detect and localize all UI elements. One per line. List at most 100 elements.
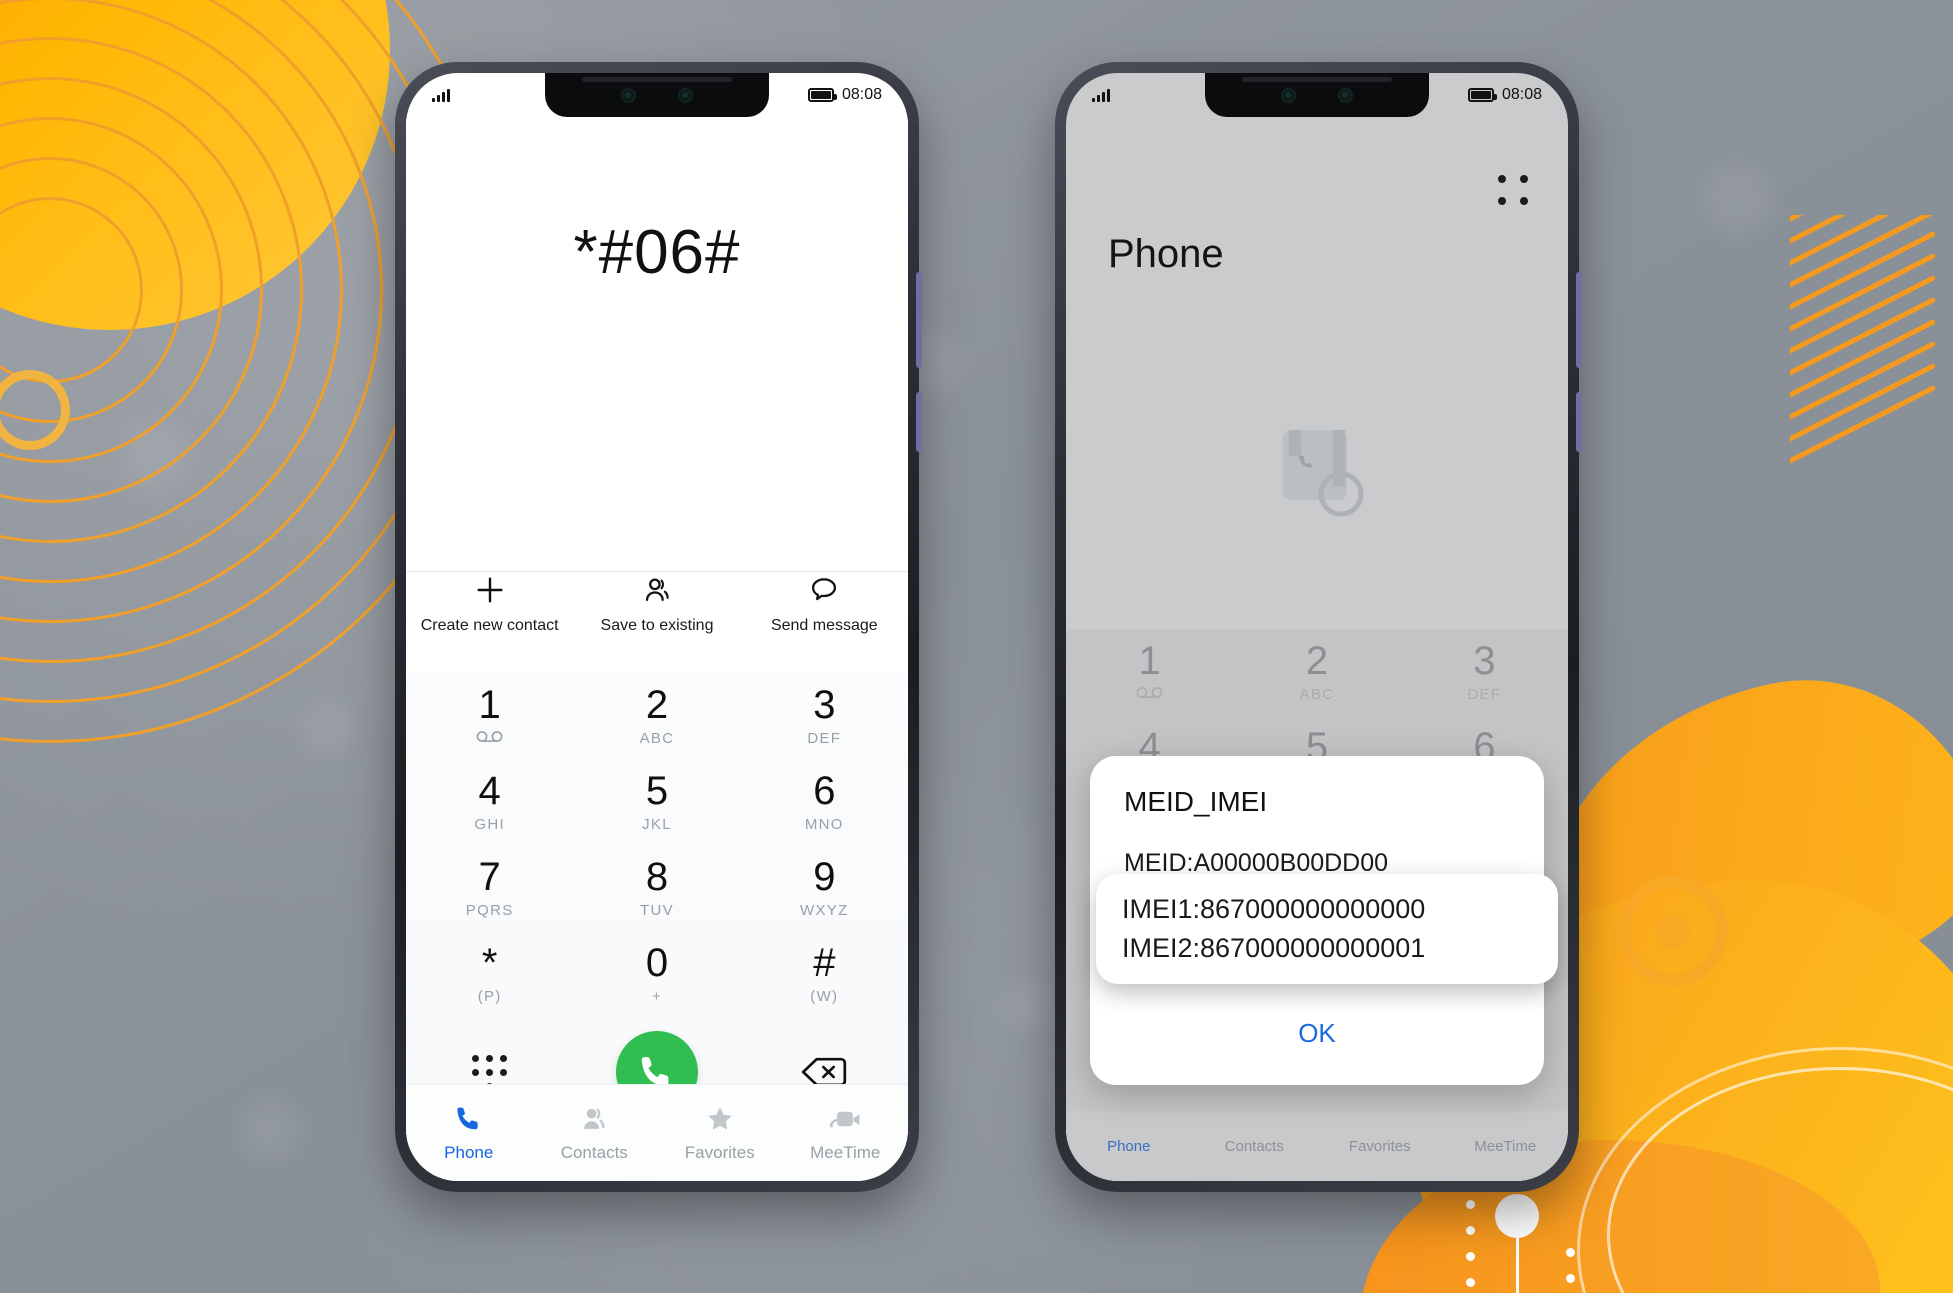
- nav-label-contacts: Contacts: [560, 1143, 628, 1162]
- key-hash[interactable]: # (W): [741, 931, 908, 1017]
- meid-imei-dialog: MEID_IMEI MEID:A00000B00DD00 IMEI1:86700…: [1090, 756, 1558, 1085]
- save-to-existing-label: Save to existing: [600, 617, 714, 634]
- dialpad-row: * (P) 0 + # (W): [406, 931, 908, 1017]
- phone-icon: [457, 1107, 478, 1130]
- key-0[interactable]: 0 +: [573, 931, 740, 1017]
- bottom-navbar-left: Phone Contacts Favorites MeeTime: [406, 1084, 908, 1181]
- white-dot-column: [1466, 1200, 1475, 1293]
- save-to-existing-button[interactable]: Save to existing: [573, 573, 740, 661]
- key-6[interactable]: 6 MNO: [741, 759, 908, 845]
- key-star-letters: (P): [477, 988, 502, 1005]
- nav-item-phone[interactable]: Phone: [406, 1085, 532, 1181]
- key-2-digit: 2: [645, 683, 669, 727]
- key-3[interactable]: 3 DEF: [741, 673, 908, 759]
- key-2[interactable]: 2 ABC: [573, 673, 740, 759]
- key-5-letters: JKL: [642, 816, 672, 833]
- callout-imei1: IMEI1:867000000000000: [1122, 894, 1426, 924]
- battery-full-icon: [807, 88, 837, 102]
- key-star[interactable]: * (P): [406, 931, 573, 1017]
- key-4[interactable]: 4 GHI: [406, 759, 573, 845]
- key-4-letters: GHI: [474, 816, 505, 833]
- dialog-title: MEID_IMEI: [1124, 786, 1268, 817]
- create-new-contact-button[interactable]: Create new contact: [406, 573, 573, 661]
- bokeh-dot: [1700, 160, 1774, 234]
- side-button[interactable]: [916, 272, 922, 368]
- dialer-actions-row: Create new contact Save to existing Send…: [406, 573, 908, 661]
- key-9-letters: WXYZ: [800, 902, 849, 919]
- bokeh-dot: [300, 700, 356, 756]
- white-dot-column: [1566, 1248, 1575, 1293]
- imei-highlight-callout: IMEI1:867000000000000 IMEI2:867000000000…: [1096, 874, 1558, 985]
- callout-imei2: IMEI2:867000000000001: [1122, 933, 1426, 964]
- nav-item-contacts[interactable]: Contacts: [532, 1085, 658, 1181]
- concentric-arcs: [0, 0, 503, 743]
- nav-label-favorites: Favorites: [684, 1143, 755, 1162]
- key-7-digit: 7: [478, 855, 501, 899]
- key-star-digit: *: [481, 941, 498, 985]
- status-bar-left: 08:08: [406, 73, 908, 117]
- key-9[interactable]: 9 WXYZ: [741, 845, 908, 931]
- white-dot-marker: [1495, 1194, 1539, 1238]
- create-new-contact-label: Create new contact: [420, 617, 559, 634]
- key-5-digit: 5: [645, 769, 669, 813]
- phone-screen-right: 08:08 Phone 1 2 ABC 3 DEF 4 5 6 Phone Co…: [1066, 73, 1568, 1181]
- status-bar-right: 08:08: [1066, 73, 1568, 117]
- signal-bars-icon: [1092, 88, 1110, 102]
- side-button[interactable]: [1576, 272, 1582, 368]
- phone-screen-left: 08:08 *#06# Create new contact Save to e…: [406, 73, 908, 1181]
- key-8[interactable]: 8 TUV: [573, 845, 740, 931]
- bokeh-dot: [240, 1100, 300, 1160]
- key-3-digit: 3: [813, 683, 836, 727]
- side-button[interactable]: [916, 392, 922, 452]
- phone-device-left: 08:08 *#06# Create new contact Save to e…: [395, 62, 922, 1192]
- phone-device-right: 08:08 Phone 1 2 ABC 3 DEF 4 5 6 Phone Co…: [1055, 62, 1582, 1192]
- diagonal-stripes: [1790, 215, 1953, 485]
- key-5[interactable]: 5 JKL: [573, 759, 740, 845]
- dialed-number-display[interactable]: *#06#: [406, 117, 908, 557]
- status-right-group: 08:08: [807, 86, 882, 104]
- signal-bars-icon: [432, 88, 450, 102]
- voicemail-icon: [476, 730, 504, 747]
- key-0-letters: +: [651, 988, 663, 1005]
- nav-label-meetime: MeeTime: [810, 1143, 881, 1162]
- key-4-digit: 4: [478, 769, 501, 813]
- send-message-label: Send message: [770, 617, 878, 634]
- key-1-digit: 1: [478, 683, 501, 727]
- key-3-letters: DEF: [807, 730, 842, 747]
- video-camera-icon: [830, 1111, 860, 1128]
- nav-item-favorites[interactable]: Favorites: [657, 1085, 783, 1181]
- dialpad-row: 4 GHI 5 JKL 6 MNO: [406, 759, 908, 845]
- send-message-button[interactable]: Send message: [741, 573, 908, 661]
- key-1[interactable]: 1: [406, 673, 573, 759]
- white-line-marker: [1516, 1234, 1519, 1293]
- dialed-number-text: *#06#: [573, 218, 741, 287]
- background-artwork: [0, 0, 1953, 1293]
- actions-divider: [406, 571, 908, 572]
- key-2-letters: ABC: [639, 730, 675, 747]
- bokeh-dot: [1000, 980, 1050, 1030]
- key-hash-digit: #: [813, 941, 836, 985]
- dialpad-row: 7 PQRS 8 TUV 9 WXYZ: [406, 845, 908, 931]
- key-6-letters: MNO: [804, 816, 844, 833]
- orange-target-ring: [1618, 876, 1728, 986]
- key-hash-letters: (W): [810, 988, 839, 1005]
- nav-item-meetime[interactable]: MeeTime: [783, 1085, 909, 1181]
- key-8-digit: 8: [645, 855, 669, 899]
- key-9-digit: 9: [813, 855, 836, 899]
- star-icon: [708, 1107, 732, 1130]
- key-7[interactable]: 7 PQRS: [406, 845, 573, 931]
- message-bubble-icon: [812, 578, 837, 601]
- battery-full-icon: [1467, 88, 1497, 102]
- nav-label-phone: Phone: [444, 1143, 494, 1162]
- person-add-icon: [645, 578, 669, 602]
- key-6-digit: 6: [813, 769, 836, 813]
- side-button[interactable]: [1576, 392, 1582, 452]
- key-0-digit: 0: [645, 941, 669, 985]
- status-right-group: 08:08: [1467, 86, 1542, 104]
- dialog-ok-button[interactable]: OK: [1124, 988, 1510, 1075]
- dialpad-row: 1 2 ABC 3 DEF: [406, 673, 908, 759]
- plus-icon: [477, 577, 503, 603]
- key-8-letters: TUV: [640, 902, 674, 919]
- status-time: 08:08: [1501, 86, 1542, 103]
- status-time: 08:08: [841, 86, 882, 103]
